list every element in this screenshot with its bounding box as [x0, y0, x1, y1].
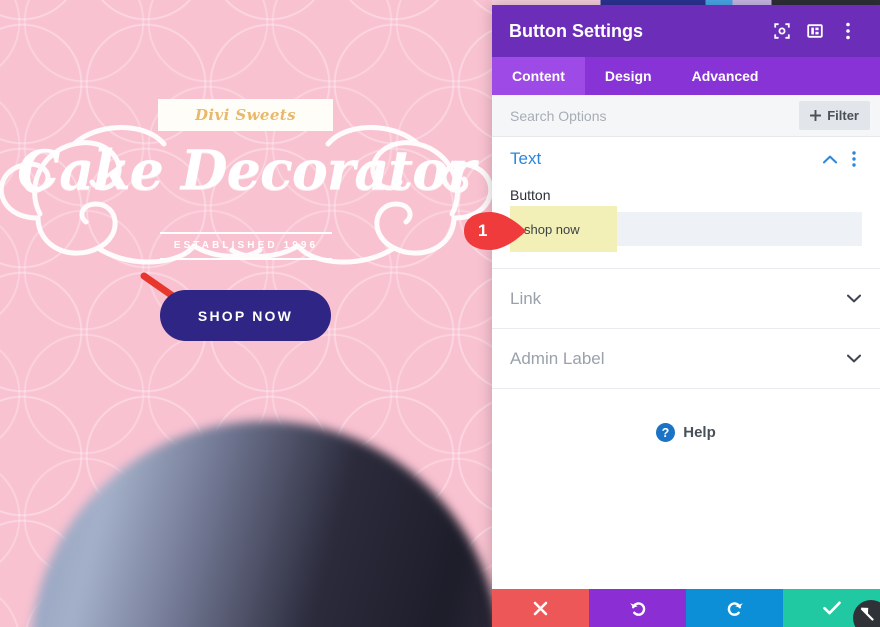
button-text-input[interactable]	[510, 212, 862, 246]
panel-header: Button Settings	[492, 5, 880, 57]
chevron-down-icon[interactable]	[842, 287, 866, 311]
undo-button[interactable]	[589, 589, 686, 627]
panel-body: Text Button shop now shop now Link Admin…	[492, 137, 880, 589]
layout-columns-icon[interactable]	[800, 16, 830, 46]
tab-advanced[interactable]: Advanced	[672, 57, 779, 95]
brand-badge-text: Divi Sweets	[195, 106, 296, 124]
help-label: Help	[683, 424, 716, 441]
hero-headline: Cake Decorator	[17, 138, 475, 202]
section-admin-label: Admin Label	[492, 329, 880, 389]
chevron-down-icon[interactable]	[842, 347, 866, 371]
screen: Divi Sweets Cake Decorator ESTABLISHED 1…	[0, 0, 880, 627]
shop-now-button[interactable]: SHOP NOW	[160, 290, 331, 341]
panel-footer	[492, 589, 880, 627]
photo-sprinkles	[30, 421, 492, 627]
help-icon: ?	[656, 423, 676, 442]
button-settings-panel: Button Settings Content Design Advanced …	[492, 5, 880, 627]
section-admin-label-title: Admin Label	[510, 348, 605, 368]
section-link-title: Link	[510, 288, 542, 308]
panel-tabs: Content Design Advanced	[492, 57, 880, 95]
undo-icon	[629, 602, 645, 616]
svg-text:?: ?	[662, 426, 670, 440]
section-text-header[interactable]: Text	[492, 137, 880, 181]
section-admin-label-header[interactable]: Admin Label	[492, 329, 880, 388]
tab-content[interactable]: Content	[492, 57, 585, 95]
kebab-menu-icon[interactable]	[833, 16, 863, 46]
brand-badge: Divi Sweets	[158, 99, 333, 131]
cake-photo	[30, 421, 492, 627]
section-text-kebab-icon[interactable]	[842, 147, 866, 171]
filter-button[interactable]: Filter	[799, 101, 870, 130]
annotation-marker-number: 1	[478, 221, 488, 240]
cancel-button[interactable]	[492, 589, 589, 627]
panel-title: Button Settings	[509, 20, 643, 41]
annotation-marker-1: 1	[464, 212, 526, 250]
chevron-up-icon[interactable]	[818, 147, 842, 171]
plus-icon	[810, 110, 822, 121]
help-link[interactable]: ? Help	[492, 389, 880, 442]
search-row: Filter	[492, 95, 880, 137]
section-link-header[interactable]: Link	[492, 269, 880, 328]
redo-button[interactable]	[686, 589, 783, 627]
redo-icon	[727, 602, 743, 616]
website-preview: Divi Sweets Cake Decorator ESTABLISHED 1…	[0, 0, 492, 627]
marker-pin-icon	[464, 212, 526, 250]
tab-design[interactable]: Design	[585, 57, 672, 95]
search-input[interactable]	[510, 107, 800, 124]
button-text-field-wrap: shop now	[510, 206, 862, 252]
check-icon	[822, 601, 841, 615]
section-text-title: Text	[510, 149, 542, 168]
established-label: ESTABLISHED 1996	[160, 232, 332, 260]
close-icon	[533, 601, 548, 615]
resize-arrow-icon	[860, 607, 874, 621]
section-link: Link	[492, 269, 880, 329]
section-text: Text Button shop now shop now	[492, 137, 880, 269]
filter-button-label: Filter	[827, 108, 859, 123]
button-text-field-label: Button	[510, 187, 551, 203]
focus-target-icon[interactable]	[767, 16, 797, 46]
